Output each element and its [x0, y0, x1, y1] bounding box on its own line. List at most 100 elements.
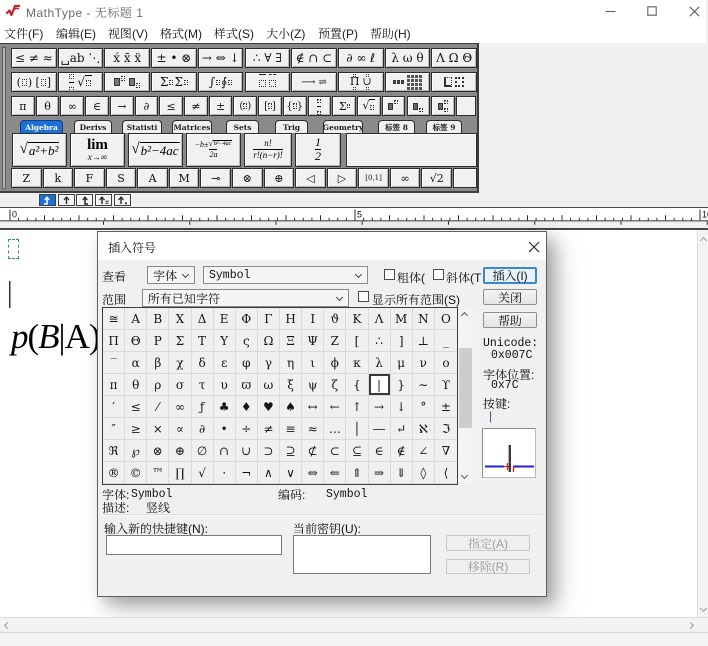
symbol-cell[interactable]: A — [125, 308, 147, 330]
quick-symbol-button[interactable]: → — [110, 96, 134, 116]
menu-style[interactable]: 样式(S) — [214, 25, 254, 42]
product-set-templates-palette[interactable]: Π∪ — [338, 72, 384, 92]
symbol-cell[interactable]: ξ — [280, 374, 302, 396]
small-expression-button[interactable]: k — [43, 168, 74, 188]
quick-sub-box-button[interactable] — [407, 96, 431, 116]
symbol-cell[interactable]: ∠ — [413, 440, 435, 462]
ruler[interactable]: 0510 — [0, 207, 708, 229]
symbol-cell[interactable]: ≥ — [125, 418, 147, 440]
underbar-overbar-templates-palette[interactable] — [245, 72, 291, 92]
menu-edit[interactable]: 编辑(E) — [56, 25, 96, 42]
small-expression-button[interactable]: [0,1] — [358, 168, 389, 188]
tab-center-button[interactable] — [58, 194, 75, 206]
symbol-cell[interactable]: ∪ — [236, 440, 258, 462]
symbol-cell[interactable]: ♦ — [236, 396, 258, 418]
small-expression-button[interactable]: ⊗ — [232, 168, 263, 188]
grid-scroll-down-icon[interactable] — [461, 472, 468, 479]
symbol-cell[interactable]: ⇔ — [302, 462, 324, 484]
symbol-cell[interactable]: ∼ — [413, 374, 435, 396]
small-expression-button[interactable]: ∞ — [390, 168, 421, 188]
quick-symbol-button[interactable]: ± — [209, 96, 233, 116]
dialog-title-bar[interactable]: 插入符号 — [98, 232, 546, 260]
expression-button[interactable]: √b²−4ac — [128, 133, 183, 167]
symbol-cell[interactable]: H — [280, 308, 302, 330]
small-expression-button[interactable]: √2 — [421, 168, 452, 188]
symbol-cell[interactable]: μ — [391, 352, 413, 374]
matrix-templates-palette[interactable] — [385, 72, 431, 92]
quick-bracket-box-button[interactable]: [] — [258, 96, 282, 116]
small-expression-button[interactable]: F — [74, 168, 105, 188]
symbol-cell[interactable]: Φ — [236, 308, 258, 330]
symbol-cell[interactable]: γ — [258, 352, 280, 374]
symbol-cell[interactable]: ς — [236, 330, 258, 352]
quick-symbol-button[interactable]: ∈ — [85, 96, 109, 116]
symbol-cell[interactable]: ∝ — [169, 418, 191, 440]
symbol-cell[interactable]: ∈ — [369, 440, 391, 462]
symbol-cell[interactable]: ↔ — [302, 396, 324, 418]
arrow-symbols-palette[interactable]: → ⇔ ↓ — [198, 48, 244, 68]
scroll-down-icon[interactable] — [700, 605, 707, 612]
summation-templates-palette[interactable]: ΣΣ — [151, 72, 197, 92]
symbol-cell[interactable]: ≤ — [125, 396, 147, 418]
symbol-cell[interactable]: ⇓ — [391, 462, 413, 484]
symbol-cell[interactable]: χ — [169, 352, 191, 374]
box-templates-palette[interactable] — [431, 72, 477, 92]
symbol-cell[interactable]: • — [214, 418, 236, 440]
grid-scroll-thumb[interactable] — [459, 348, 472, 428]
help-button[interactable]: 帮助 — [483, 312, 537, 328]
quick-symbol-button[interactable]: ≠ — [184, 96, 208, 116]
tab-matrices[interactable]: Matrices — [172, 120, 212, 133]
symbol-cell[interactable]: Y — [214, 330, 236, 352]
symbol-cell[interactable]: ∂ — [192, 418, 214, 440]
symbol-cell[interactable]: ⊗ — [147, 440, 169, 462]
tab-trig[interactable]: Trig — [275, 120, 308, 133]
equation-text[interactable]: p(B|A) — [11, 317, 100, 357]
symbol-cell[interactable]: ∅ — [192, 440, 214, 462]
symbol-cell[interactable]: → — [369, 396, 391, 418]
symbol-cell[interactable]: τ — [192, 374, 214, 396]
logic-symbols-palette[interactable]: ∴ ∀ ∃ — [245, 48, 291, 68]
symbol-cell[interactable]: ≅ — [103, 308, 125, 330]
show-all-ranges-checkbox[interactable] — [358, 291, 369, 302]
tab-equal-button[interactable] — [95, 194, 112, 206]
symbol-cell[interactable]: Z — [324, 330, 346, 352]
fraction-radical-templates-palette[interactable]: √ — [58, 72, 104, 92]
symbol-cell[interactable]: } — [391, 374, 413, 396]
menu-view[interactable]: 视图(V) — [108, 25, 148, 42]
quick-subsup-box-button[interactable] — [431, 96, 455, 116]
symbol-cell[interactable]: σ — [169, 374, 191, 396]
scroll-left-icon[interactable] — [4, 622, 11, 629]
symbol-cell[interactable]: ψ — [302, 374, 324, 396]
symbol-cell[interactable]: ϑ — [324, 308, 346, 330]
symbol-cell[interactable]: Δ — [192, 308, 214, 330]
symbol-cell[interactable]: ⊕ — [169, 440, 191, 462]
tab-geometry[interactable]: Geometry — [323, 120, 363, 133]
symbol-cell[interactable]: η — [280, 352, 302, 374]
labeled-arrow-templates-palette[interactable]: ⟶⇌ — [291, 72, 337, 92]
quick-symbol-button[interactable]: π — [11, 96, 35, 116]
tab-algebra[interactable]: Algebra — [20, 120, 63, 133]
menu-format[interactable]: 格式(M) — [160, 25, 202, 42]
symbol-cell[interactable]: ⟨ — [435, 462, 457, 484]
symbol-cell[interactable]: ◊ — [413, 462, 435, 484]
small-expression-button[interactable]: ⊸ — [200, 168, 231, 188]
symbol-cell[interactable]: │ — [346, 418, 368, 440]
menu-help[interactable]: 帮助(H) — [370, 25, 411, 42]
symbol-cell[interactable]: Ω — [258, 330, 280, 352]
quick-sup-box-button[interactable] — [382, 96, 406, 116]
symbol-cell[interactable]: ∧ — [258, 462, 280, 484]
symbol-cell[interactable]: κ — [346, 352, 368, 374]
subscript-superscript-templates-palette[interactable] — [104, 72, 150, 92]
maximize-button[interactable] — [637, 0, 667, 22]
scroll-right-icon[interactable] — [687, 622, 694, 629]
relational-symbols-palette[interactable]: ≤ ≠ ≈ — [11, 48, 57, 68]
menu-file[interactable]: 文件(F) — [4, 25, 43, 42]
expression-button[interactable]: limx→∞ — [70, 133, 125, 167]
vertical-scrollbar[interactable] — [697, 230, 708, 617]
symbol-cell[interactable]: ∏ — [169, 462, 191, 484]
scroll-up-icon[interactable] — [700, 237, 707, 244]
symbol-cell[interactable]: | — [369, 374, 391, 396]
symbol-cell[interactable]: ℘ — [125, 440, 147, 462]
symbol-cell[interactable]: ± — [435, 396, 457, 418]
greek-lowercase-palette[interactable]: λ ω θ — [385, 48, 431, 68]
